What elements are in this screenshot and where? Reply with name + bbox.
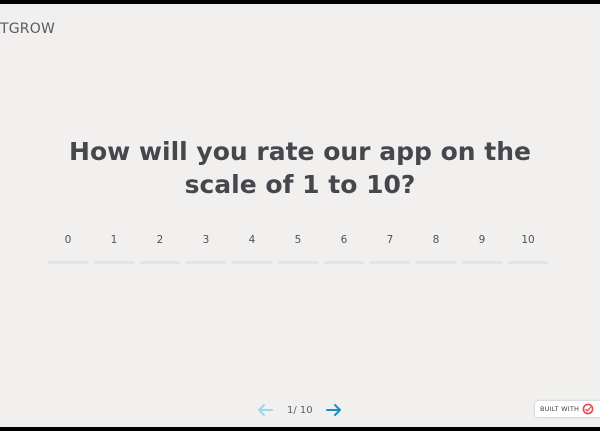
question-line-2: scale of 1 to 10? xyxy=(184,170,416,199)
rating-option-bar xyxy=(48,261,88,264)
quiz-frame: TGROW How will you rate our app on the s… xyxy=(0,4,600,427)
rating-option-bar xyxy=(370,261,410,264)
rating-option-label: 3 xyxy=(202,234,210,246)
rating-option-bar xyxy=(232,261,272,264)
built-with-badge[interactable]: BUILT WITH xyxy=(535,401,600,417)
rating-option-bar xyxy=(186,261,226,264)
arrow-left-icon xyxy=(258,404,273,416)
rating-option-5[interactable]: 5 xyxy=(277,232,319,264)
rating-option-bar xyxy=(140,261,180,264)
rating-option-4[interactable]: 4 xyxy=(231,232,273,264)
page-counter: 1/ 10 xyxy=(287,405,313,416)
outgrow-logo-icon xyxy=(582,403,594,415)
rating-option-8[interactable]: 8 xyxy=(415,232,457,264)
next-question-button[interactable] xyxy=(325,403,343,417)
rating-scale: 0 1 2 3 4 5 6 7 8 9 10 xyxy=(47,232,553,268)
previous-question-button[interactable] xyxy=(256,403,274,417)
rating-option-label: 5 xyxy=(294,234,302,246)
rating-option-7[interactable]: 7 xyxy=(369,232,411,264)
built-with-label: BUILT WITH xyxy=(540,405,580,413)
rating-option-10[interactable]: 10 xyxy=(507,232,549,264)
question-title: How will you rate our app on the scale o… xyxy=(0,135,600,201)
rating-option-bar xyxy=(416,261,456,264)
rating-option-label: 6 xyxy=(340,234,348,246)
rating-option-label: 7 xyxy=(386,234,394,246)
rating-option-1[interactable]: 1 xyxy=(93,232,135,264)
rating-option-label: 8 xyxy=(432,234,440,246)
rating-option-bar xyxy=(462,261,502,264)
rating-option-bar xyxy=(324,261,364,264)
rating-option-label: 2 xyxy=(156,234,164,246)
rating-option-label: 9 xyxy=(478,234,486,246)
pagination: 1/ 10 xyxy=(256,403,346,419)
rating-option-bar xyxy=(278,261,318,264)
rating-option-bar xyxy=(508,261,548,264)
rating-option-6[interactable]: 6 xyxy=(323,232,365,264)
rating-option-label: 4 xyxy=(248,234,256,246)
rating-option-2[interactable]: 2 xyxy=(139,232,181,264)
brand-logo: TGROW xyxy=(0,21,55,37)
rating-option-0[interactable]: 0 xyxy=(47,232,89,264)
rating-option-label: 10 xyxy=(521,234,535,246)
rating-option-label: 0 xyxy=(64,234,72,246)
rating-option-bar xyxy=(94,261,134,264)
rating-option-label: 1 xyxy=(110,234,118,246)
rating-option-9[interactable]: 9 xyxy=(461,232,503,264)
question-line-1: How will you rate our app on the xyxy=(69,137,531,166)
rating-option-3[interactable]: 3 xyxy=(185,232,227,264)
arrow-right-icon xyxy=(326,404,341,416)
